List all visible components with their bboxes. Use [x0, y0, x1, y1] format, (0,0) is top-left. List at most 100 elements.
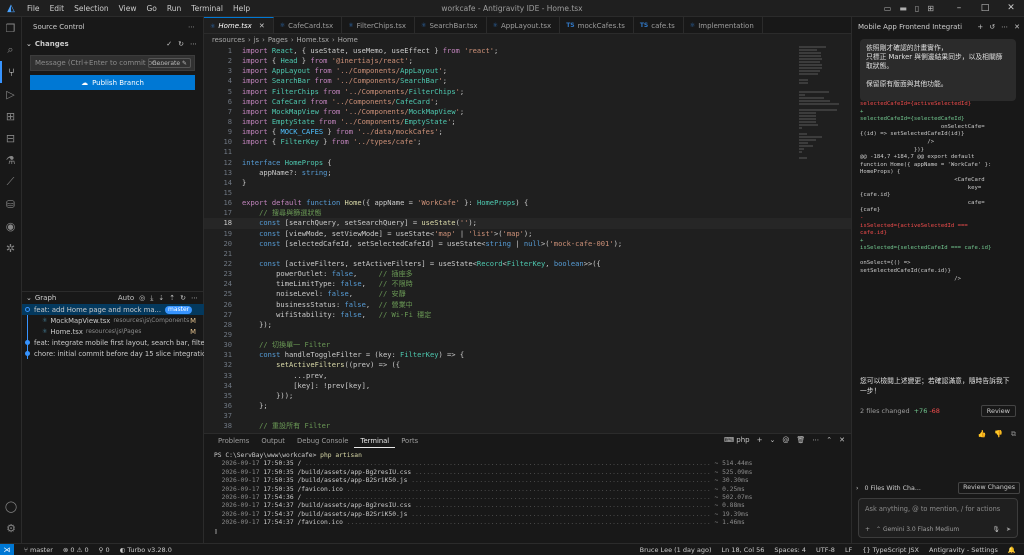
encoding[interactable]: UTF-8: [816, 546, 835, 554]
more-icon[interactable]: ⋯: [190, 40, 197, 48]
turbo-indicator[interactable]: ◐ Turbo v3.28.0: [120, 546, 172, 554]
explorer-icon[interactable]: ❐: [0, 17, 21, 39]
language-mode[interactable]: {} TypeScript JSX: [862, 546, 919, 554]
new-terminal-icon[interactable]: +: [757, 436, 763, 444]
cursor-position[interactable]: Ln 18, Col 56: [722, 546, 765, 554]
breadcrumb-item[interactable]: resources: [212, 36, 245, 44]
commit-message-input[interactable]: Message (Ctrl+Enter to commit on... Gene…: [30, 55, 195, 71]
menu-item-help[interactable]: Help: [228, 4, 255, 13]
close-tab-icon[interactable]: ✕: [259, 22, 265, 30]
copilot-icon[interactable]: @: [782, 436, 789, 444]
editor-tab[interactable]: ⚛ CafeCard.tsx: [274, 17, 343, 33]
indentation[interactable]: Spaces: 4: [774, 546, 806, 554]
graph-commit-row[interactable]: feat: add Home page and mock ma... maste…: [22, 304, 204, 315]
editor-tab[interactable]: ⚛ FilterChips.tsx: [342, 17, 416, 33]
breadcrumb-item[interactable]: Home: [338, 36, 358, 44]
review-button[interactable]: Review: [980, 405, 1016, 417]
close-button[interactable]: ✕: [998, 0, 1024, 17]
more-icon[interactable]: ⋯: [812, 436, 819, 444]
commit-check-icon[interactable]: ✓: [166, 40, 172, 48]
menu-item-terminal[interactable]: Terminal: [186, 4, 228, 13]
graph-section-header[interactable]: ⌄ Graph Auto ◎ ⤓ ⇣ ⇡ ↻ ⋯: [22, 291, 204, 304]
toggle-sidebar-icon[interactable]: ▭: [884, 4, 892, 13]
toggle-secondary-sidebar-icon[interactable]: ▯: [915, 4, 919, 13]
breadcrumb-item[interactable]: Home.tsx: [297, 36, 329, 44]
refresh-icon[interactable]: ↻: [178, 40, 184, 48]
editor-tab[interactable]: TS cafe.ts: [634, 17, 684, 33]
customize-layout-icon[interactable]: ⊞: [927, 4, 934, 13]
pull-icon[interactable]: ⇣: [158, 294, 164, 303]
microphone-icon[interactable]: 🎙: [992, 526, 1000, 533]
editor-tab[interactable]: ⚛ SearchBar.tsx: [415, 17, 487, 33]
close-icon[interactable]: ✕: [1014, 23, 1020, 31]
thumbs-up-icon[interactable]: 👍: [978, 430, 987, 439]
more-icon[interactable]: ⋯: [1001, 23, 1008, 31]
breadcrumb-item[interactable]: Pages: [268, 36, 288, 44]
eol[interactable]: LF: [845, 546, 852, 554]
github-icon[interactable]: ◉: [0, 215, 21, 237]
editor-tab[interactable]: ⚛ Home.tsx ✕: [204, 17, 274, 33]
model-selector[interactable]: ⌃ Gemini 3.0 Flash Medium: [876, 526, 959, 533]
target-icon[interactable]: ◎: [139, 294, 145, 303]
more-actions-icon[interactable]: ⋯: [188, 23, 195, 31]
minimize-button[interactable]: –: [946, 0, 972, 17]
run-debug-icon[interactable]: ▷: [0, 83, 21, 105]
files-with-changes[interactable]: 0 Files With Cha...: [865, 485, 921, 492]
panel-tab-terminal[interactable]: Terminal: [354, 434, 396, 448]
database-icon[interactable]: ⛁: [0, 193, 21, 215]
publish-branch-button[interactable]: ☁ Publish Branch: [30, 75, 195, 90]
maximize-button[interactable]: □: [972, 0, 998, 17]
minimap[interactable]: [799, 46, 841, 433]
refresh-icon[interactable]: ↻: [180, 294, 186, 303]
graph-file-row[interactable]: ⚛ Home.tsx resources\js\Pages M: [22, 326, 204, 337]
graph-auto-label[interactable]: Auto: [118, 294, 134, 303]
editor-tab[interactable]: ⚛ Implementation: [684, 17, 763, 33]
editor-tab[interactable]: TS mockCafes.ts: [560, 17, 634, 33]
account-icon[interactable]: ◯: [0, 495, 22, 517]
editor-tab[interactable]: ⚛ AppLayout.tsx: [487, 17, 561, 33]
source-control-icon[interactable]: ⑂: [0, 61, 21, 83]
ports-indicator[interactable]: ⚲ 0: [99, 546, 110, 554]
settings-gear-icon[interactable]: ⚙: [0, 517, 22, 539]
branch-indicator[interactable]: ⑂ master: [24, 546, 53, 554]
graph-file-row[interactable]: ⚛ MockMapView.tsx resources\js\Component…: [22, 315, 204, 326]
menu-item-file[interactable]: File: [22, 4, 45, 13]
more-icon[interactable]: ⋯: [191, 294, 198, 303]
gear-extension-icon[interactable]: ✲: [0, 237, 21, 259]
chat-input[interactable]: Ask anything, @ to mention, / for action…: [858, 498, 1018, 538]
changes-section[interactable]: ⌄ Changes ✓ ↻ ⋯: [22, 37, 203, 51]
blame-info[interactable]: Bruce Lee (1 day ago): [640, 546, 712, 554]
extensions-icon[interactable]: ⊞: [0, 105, 21, 127]
chevron-right-icon[interactable]: ›: [856, 485, 859, 492]
graph-commit-row[interactable]: chore: initial commit before day 15 slic…: [22, 348, 204, 359]
panel-tab-output[interactable]: Output: [255, 434, 291, 448]
generate-button[interactable]: Generate ✎: [148, 58, 191, 68]
send-icon[interactable]: ➤: [1006, 526, 1011, 533]
panel-tab-debug-console[interactable]: Debug Console: [291, 434, 355, 448]
trash-icon[interactable]: 🗑: [796, 436, 805, 444]
git-graph-icon[interactable]: ⟋: [0, 171, 21, 193]
panel-tab-ports[interactable]: Ports: [395, 434, 424, 448]
search-icon[interactable]: ⌕: [0, 39, 21, 61]
review-changes-button[interactable]: Review Changes: [958, 482, 1020, 494]
app-settings[interactable]: Antigravity - Settings: [929, 546, 998, 554]
thumbs-down-icon[interactable]: 👎: [994, 430, 1003, 439]
menu-item-go[interactable]: Go: [141, 4, 161, 13]
close-panel-icon[interactable]: ✕: [839, 436, 845, 444]
push-icon[interactable]: ⇡: [169, 294, 175, 303]
fetch-icon[interactable]: ⤓: [150, 294, 153, 303]
terminal-shell-label[interactable]: ⌨ php: [724, 436, 750, 444]
menu-item-run[interactable]: Run: [162, 4, 186, 13]
problems-indicator[interactable]: ⊗ 0 ⚠ 0: [63, 546, 89, 554]
breadcrumb-item[interactable]: js: [254, 36, 259, 44]
toggle-panel-icon[interactable]: ▬: [899, 4, 907, 13]
remote-indicator-icon[interactable]: ⋊: [0, 543, 14, 555]
menu-item-selection[interactable]: Selection: [69, 4, 114, 13]
remote-explorer-icon[interactable]: ⊟: [0, 127, 21, 149]
testing-icon[interactable]: ⚗: [0, 149, 21, 171]
panel-tab-problems[interactable]: Problems: [212, 434, 255, 448]
bell-icon[interactable]: 🔔: [1008, 546, 1016, 554]
split-terminal-icon[interactable]: ⌄: [769, 436, 775, 444]
menu-item-view[interactable]: View: [114, 4, 142, 13]
graph-commit-row[interactable]: feat: integrate mobile first layout, sea…: [22, 337, 204, 348]
